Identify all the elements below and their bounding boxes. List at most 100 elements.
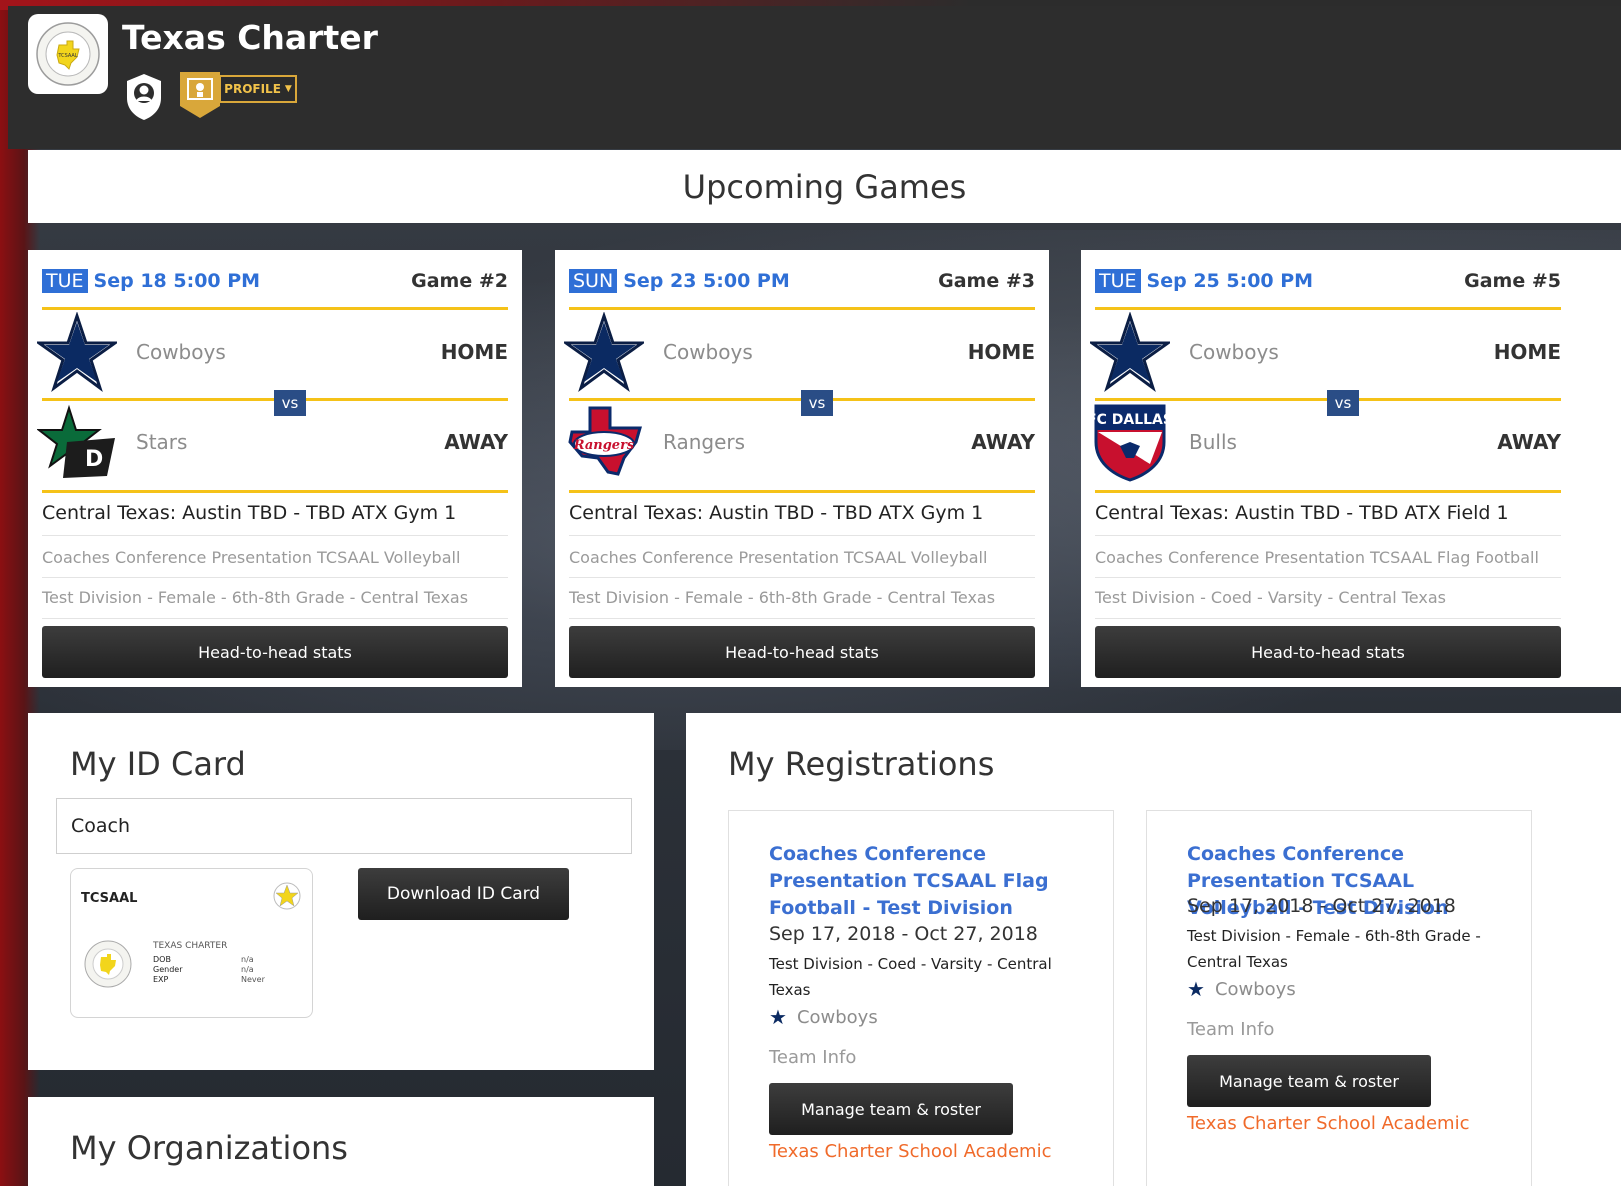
id-value-exp: Never [241, 975, 265, 984]
league-logo-icon [273, 882, 301, 910]
home-label: HOME [1493, 340, 1561, 364]
away-team-name: Bulls [1189, 430, 1237, 454]
game-card[interactable]: TUE Sep 25 5:00 PM Game #5 Cowboys HOME v… [1081, 250, 1621, 687]
organizations-title: My Organizations [70, 1129, 348, 1167]
id-card-title: My ID Card [70, 745, 246, 783]
org-title: Texas Charter [122, 18, 378, 57]
registration-division: Test Division - Coed - Varsity - Central… [769, 955, 1052, 999]
star-icon: ★ [1187, 977, 1205, 1001]
id-card-preview[interactable]: TCSAAL TEXAS CHARTER DOB Gender EXP n/a … [70, 868, 313, 1018]
game-datetime: Sep 25 5:00 PM [1146, 270, 1314, 292]
divider [1095, 307, 1561, 310]
registrations-title: My Registrations [728, 745, 995, 783]
game-event: Coaches Conference Presentation TCSAAL V… [42, 548, 461, 567]
divider [42, 490, 508, 493]
section-title: Upcoming Games [682, 167, 967, 206]
game-card[interactable]: TUE Sep 18 5:00 PM Game #2 Cowboys HOME v… [28, 250, 522, 687]
id-value-dob: n/a [241, 955, 254, 964]
download-id-card-button[interactable]: Download ID Card [358, 868, 569, 920]
home-label: HOME [967, 340, 1035, 364]
id-card-fields: DOB Gender EXP [153, 955, 182, 985]
id-card-values: n/a n/a Never [241, 955, 265, 985]
home-team-row[interactable]: Cowboys HOME [1089, 312, 1561, 392]
divider [1095, 490, 1561, 493]
away-team-row[interactable]: FC DALLAS Bulls AWAY [1089, 402, 1561, 482]
game-number: Game #5 [1464, 270, 1561, 292]
away-label: AWAY [444, 430, 508, 454]
home-team-row[interactable]: Cowboys HOME [563, 312, 1035, 392]
day-badge: SUN [569, 269, 618, 293]
head-to-head-button[interactable]: Head-to-head stats [569, 626, 1035, 678]
day-badge: TUE [42, 269, 88, 293]
head-to-head-button[interactable]: Head-to-head stats [1095, 626, 1561, 678]
away-team-name: Stars [136, 430, 188, 454]
away-label: AWAY [1497, 430, 1561, 454]
user-shield-icon[interactable] [124, 72, 164, 122]
school-seal-icon: TCSAAL [36, 22, 100, 86]
game-venue: Central Texas: Austin TBD - TBD ATX Gym … [569, 502, 984, 524]
school-link[interactable]: Texas Charter School Academic [1187, 1111, 1507, 1137]
school-seal-icon [84, 940, 132, 988]
divider [42, 618, 508, 619]
school-link[interactable]: Texas Charter School Academic [769, 1139, 1089, 1165]
upcoming-games-header: Upcoming Games [28, 150, 1621, 223]
game-division: Test Division - Female - 6th-8th Grade -… [569, 588, 996, 607]
profile-button[interactable]: PROFILE ▼ [219, 75, 297, 103]
game-date-row: TUE Sep 25 5:00 PM Game #5 [1095, 266, 1561, 296]
registration-dates: Sep 17, 2018 - Oct 27, 2018 [1187, 895, 1456, 917]
home-team-name: Cowboys [663, 340, 753, 364]
game-number: Game #3 [938, 270, 1035, 292]
home-team-row[interactable]: Cowboys HOME [36, 312, 508, 392]
registration-dates: Sep 17, 2018 - Oct 27, 2018 [769, 923, 1038, 945]
away-label: AWAY [971, 430, 1035, 454]
id-value-gender: n/a [241, 965, 254, 974]
site-header: TCSAAL Texas Charter PROFILE ▼ [8, 6, 1621, 149]
away-team-row[interactable]: D Stars AWAY [36, 402, 508, 482]
divider [1095, 535, 1561, 536]
home-team-name: Cowboys [1189, 340, 1279, 364]
manage-team-button[interactable]: Manage team & roster [769, 1083, 1013, 1135]
registration-card: Coaches Conference Presentation TCSAAL F… [728, 810, 1114, 1186]
registration-team[interactable]: ★ Cowboys [769, 1005, 878, 1029]
divider [1095, 577, 1561, 578]
registration-division: Test Division - Female - 6th-8th Grade -… [1187, 927, 1481, 971]
game-datetime: Sep 18 5:00 PM [93, 270, 261, 292]
home-label: HOME [440, 340, 508, 364]
org-logo[interactable]: TCSAAL [28, 14, 108, 94]
profile-menu[interactable]: PROFILE ▼ [178, 68, 300, 120]
away-team-name: Rangers [663, 430, 746, 454]
svg-text:D: D [85, 447, 103, 472]
manage-team-button[interactable]: Manage team & roster [1187, 1055, 1431, 1107]
game-number: Game #2 [411, 270, 508, 292]
team-name: Cowboys [796, 1006, 878, 1028]
day-badge: TUE [1095, 269, 1141, 293]
divider [1095, 618, 1561, 619]
game-card[interactable]: SUN Sep 23 5:00 PM Game #3 Cowboys HOME v… [555, 250, 1049, 687]
svg-text:FC DALLAS: FC DALLAS [1090, 412, 1170, 428]
game-venue: Central Texas: Austin TBD - TBD ATX Gym … [42, 502, 457, 524]
team-name: Cowboys [1214, 978, 1296, 1000]
game-event: Coaches Conference Presentation TCSAAL V… [569, 548, 988, 567]
registration-link[interactable]: Coaches Conference Presentation TCSAAL F… [769, 841, 1089, 922]
home-team-name: Cowboys [136, 340, 226, 364]
svg-text:Rangers: Rangers [573, 438, 635, 453]
caret-down-icon: ▼ [284, 84, 292, 94]
game-division: Test Division - Female - 6th-8th Grade -… [42, 588, 469, 607]
divider [569, 577, 1035, 578]
cowboys-star-icon [1089, 311, 1171, 393]
divider [569, 307, 1035, 310]
role-select[interactable]: Coach [56, 798, 632, 854]
head-to-head-button[interactable]: Head-to-head stats [42, 626, 508, 678]
away-team-row[interactable]: Rangers Rangers AWAY [563, 402, 1035, 482]
id-field-dob: DOB [153, 955, 171, 964]
game-date-row: SUN Sep 23 5:00 PM Game #3 [569, 266, 1035, 296]
registration-team[interactable]: ★ Cowboys [1187, 977, 1296, 1001]
game-division: Test Division - Coed - Varsity - Central… [1095, 588, 1446, 607]
team-info-label: Team Info [769, 1047, 857, 1068]
registration-card: Coaches Conference Presentation TCSAAL V… [1146, 810, 1532, 1186]
game-venue: Central Texas: Austin TBD - TBD ATX Fiel… [1095, 502, 1509, 524]
rangers-logo-icon: Rangers [563, 401, 645, 483]
cowboys-star-icon [36, 311, 118, 393]
id-field-gender: Gender [153, 965, 183, 974]
game-event: Coaches Conference Presentation TCSAAL F… [1095, 548, 1539, 567]
